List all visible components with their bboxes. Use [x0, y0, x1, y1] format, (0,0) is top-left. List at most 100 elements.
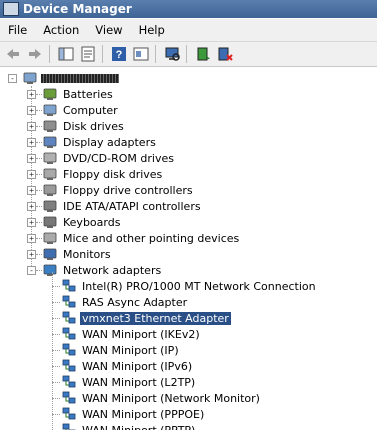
expand-toggle[interactable]: + [27, 154, 36, 163]
network-adapter-label: WAN Miniport (IPv6) [82, 359, 193, 373]
network-adapter-item[interactable]: WAN Miniport (IKEv2) [52, 326, 202, 342]
floppy-drive-controllers-icon [42, 183, 58, 197]
network-adapter-item[interactable]: WAN Miniport (PPPOE) [52, 406, 206, 422]
network-adapter-item[interactable]: vmxnet3 Ethernet Adapter [52, 310, 231, 326]
expand-toggle[interactable]: + [27, 106, 36, 115]
network-adapter-icon [61, 359, 77, 373]
category-display-adapters[interactable]: + Display adapters [27, 134, 158, 150]
network-adapter-icon [61, 423, 77, 430]
forward-arrow-icon[interactable] [26, 45, 44, 63]
computer-icon [42, 103, 58, 117]
category-disk-drives[interactable]: + Disk drives [27, 118, 126, 134]
ide-ata-atapi-controllers-icon [42, 199, 58, 213]
collapse-toggle[interactable]: - [27, 266, 36, 275]
network-adapter-item[interactable]: Intel(R) PRO/1000 MT Network Connection [52, 278, 318, 294]
expand-toggle[interactable]: + [27, 250, 36, 259]
expand-toggle[interactable]: + [27, 202, 36, 211]
category-monitors[interactable]: + Monitors [27, 246, 113, 262]
category-label: Floppy drive controllers [63, 183, 193, 197]
expand-toggle[interactable]: + [27, 90, 36, 99]
network-adapter-icon [61, 375, 77, 389]
menu-action[interactable]: Action [35, 23, 87, 37]
category-label: Batteries [63, 87, 113, 101]
menu-view[interactable]: View [87, 23, 130, 37]
properties-icon[interactable] [79, 45, 97, 63]
expand-toggle[interactable]: + [27, 218, 36, 227]
show-hide-tree-icon[interactable] [57, 45, 75, 63]
expand-toggle[interactable]: + [27, 234, 36, 243]
device-tree: - + Batteries + Computer + Disk drives + Display… [0, 67, 377, 430]
category-network-adapters[interactable]: - Network adapters [27, 262, 163, 278]
category-label: IDE ATA/ATAPI controllers [63, 199, 201, 213]
svg-text:?: ? [116, 49, 123, 61]
category-floppy-disk-drives[interactable]: + Floppy disk drives [27, 166, 164, 182]
network-adapter-icon [61, 327, 77, 341]
menu-bar: File Action View Help [0, 19, 377, 42]
view-icon[interactable] [132, 45, 150, 63]
category-label: Floppy disk drives [63, 167, 163, 181]
disk-drives-icon [42, 119, 58, 133]
network-adapter-icon [61, 407, 77, 421]
network-adapter-label: WAN Miniport (IP) [82, 343, 179, 357]
network-adapter-icon [61, 391, 77, 405]
tree-root-computer[interactable]: - [8, 70, 119, 86]
menu-file[interactable]: File [0, 23, 35, 37]
category-batteries[interactable]: + Batteries [27, 86, 115, 102]
title-bar: Device Manager [0, 0, 377, 18]
network-adapter-label: Intel(R) PRO/1000 MT Network Connection [82, 279, 316, 293]
window-title: Device Manager [23, 2, 132, 16]
expand-toggle[interactable]: + [27, 138, 36, 147]
network-adapter-item[interactable]: WAN Miniport (IP) [52, 342, 181, 358]
category-label: Display adapters [63, 135, 156, 149]
network-adapter-item[interactable]: WAN Miniport (Network Monitor) [52, 390, 262, 406]
network-adapters-icon [42, 263, 58, 277]
category-label: Computer [63, 103, 118, 117]
scan-hardware-icon[interactable] [163, 45, 181, 63]
network-adapter-label: WAN Miniport (Network Monitor) [82, 391, 260, 405]
update-driver-icon[interactable] [194, 45, 212, 63]
floppy-disk-drives-icon [42, 167, 58, 181]
network-adapter-icon [61, 279, 77, 293]
network-adapter-label: WAN Miniport (L2TP) [82, 375, 196, 389]
computer-icon [22, 71, 38, 85]
help-icon[interactable]: ? [110, 45, 128, 63]
expand-toggle[interactable]: + [27, 186, 36, 195]
network-adapter-label: RAS Async Adapter [82, 295, 188, 309]
mice-and-other-pointing-devices-icon [42, 231, 58, 245]
toolbar: ? [0, 42, 377, 67]
category-dvd-cd-rom-drives[interactable]: + DVD/CD-ROM drives [27, 150, 176, 166]
display-adapters-icon [42, 135, 58, 149]
category-ide-ata-atapi-controllers[interactable]: + IDE ATA/ATAPI controllers [27, 198, 203, 214]
uninstall-icon[interactable] [216, 45, 234, 63]
collapse-toggle[interactable]: - [8, 74, 17, 83]
network-adapter-label: WAN Miniport (IKEv2) [82, 327, 200, 341]
batteries-icon [42, 87, 58, 101]
network-adapter-item[interactable]: WAN Miniport (L2TP) [52, 374, 197, 390]
network-adapter-label: vmxnet3 Ethernet Adapter [80, 311, 231, 325]
category-label: Disk drives [63, 119, 124, 133]
category-mice-and-other-pointing-devices[interactable]: + Mice and other pointing devices [27, 230, 241, 246]
network-adapter-item[interactable]: WAN Miniport (IPv6) [52, 358, 194, 374]
network-adapter-icon [61, 295, 77, 309]
network-adapter-item[interactable]: RAS Async Adapter [52, 294, 189, 310]
category-label: Network adapters [63, 263, 162, 277]
category-label: Mice and other pointing devices [63, 231, 240, 245]
device-manager-icon [3, 2, 19, 16]
category-computer[interactable]: + Computer [27, 102, 120, 118]
monitors-icon [42, 247, 58, 261]
menu-help[interactable]: Help [131, 23, 173, 37]
category-label: Monitors [63, 247, 111, 261]
redacted-computer-name [41, 73, 119, 83]
network-adapter-label: WAN Miniport (PPPOE) [82, 407, 205, 421]
category-label: DVD/CD-ROM drives [63, 151, 174, 165]
dvd-cd-rom-drives-icon [42, 151, 58, 165]
back-arrow-icon[interactable] [4, 45, 22, 63]
expand-toggle[interactable]: + [27, 170, 36, 179]
category-keyboards[interactable]: + Keyboards [27, 214, 122, 230]
expand-toggle[interactable]: + [27, 122, 36, 131]
network-adapter-item[interactable]: WAN Miniport (PPTP) [52, 422, 197, 430]
network-adapter-icon [61, 311, 77, 325]
network-adapter-icon [61, 343, 77, 357]
category-floppy-drive-controllers[interactable]: + Floppy drive controllers [27, 182, 195, 198]
keyboards-icon [42, 215, 58, 229]
